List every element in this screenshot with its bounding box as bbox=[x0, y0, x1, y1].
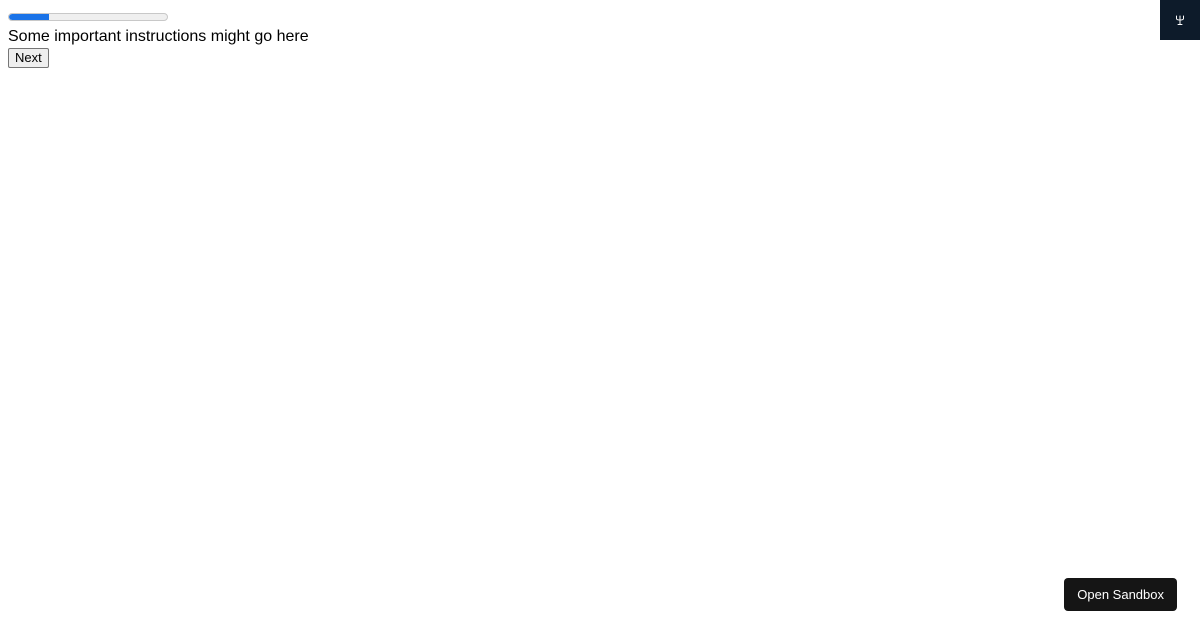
progress-bar bbox=[8, 13, 168, 21]
progress-bar-fill bbox=[9, 14, 49, 20]
next-button[interactable]: Next bbox=[8, 48, 49, 68]
main-content: Some important instructions might go her… bbox=[8, 13, 309, 68]
trident-icon bbox=[1176, 15, 1184, 25]
corner-badge[interactable] bbox=[1160, 0, 1200, 40]
instructions-text: Some important instructions might go her… bbox=[8, 28, 309, 45]
open-sandbox-button[interactable]: Open Sandbox bbox=[1064, 578, 1177, 611]
page: Some important instructions might go her… bbox=[0, 0, 1200, 630]
